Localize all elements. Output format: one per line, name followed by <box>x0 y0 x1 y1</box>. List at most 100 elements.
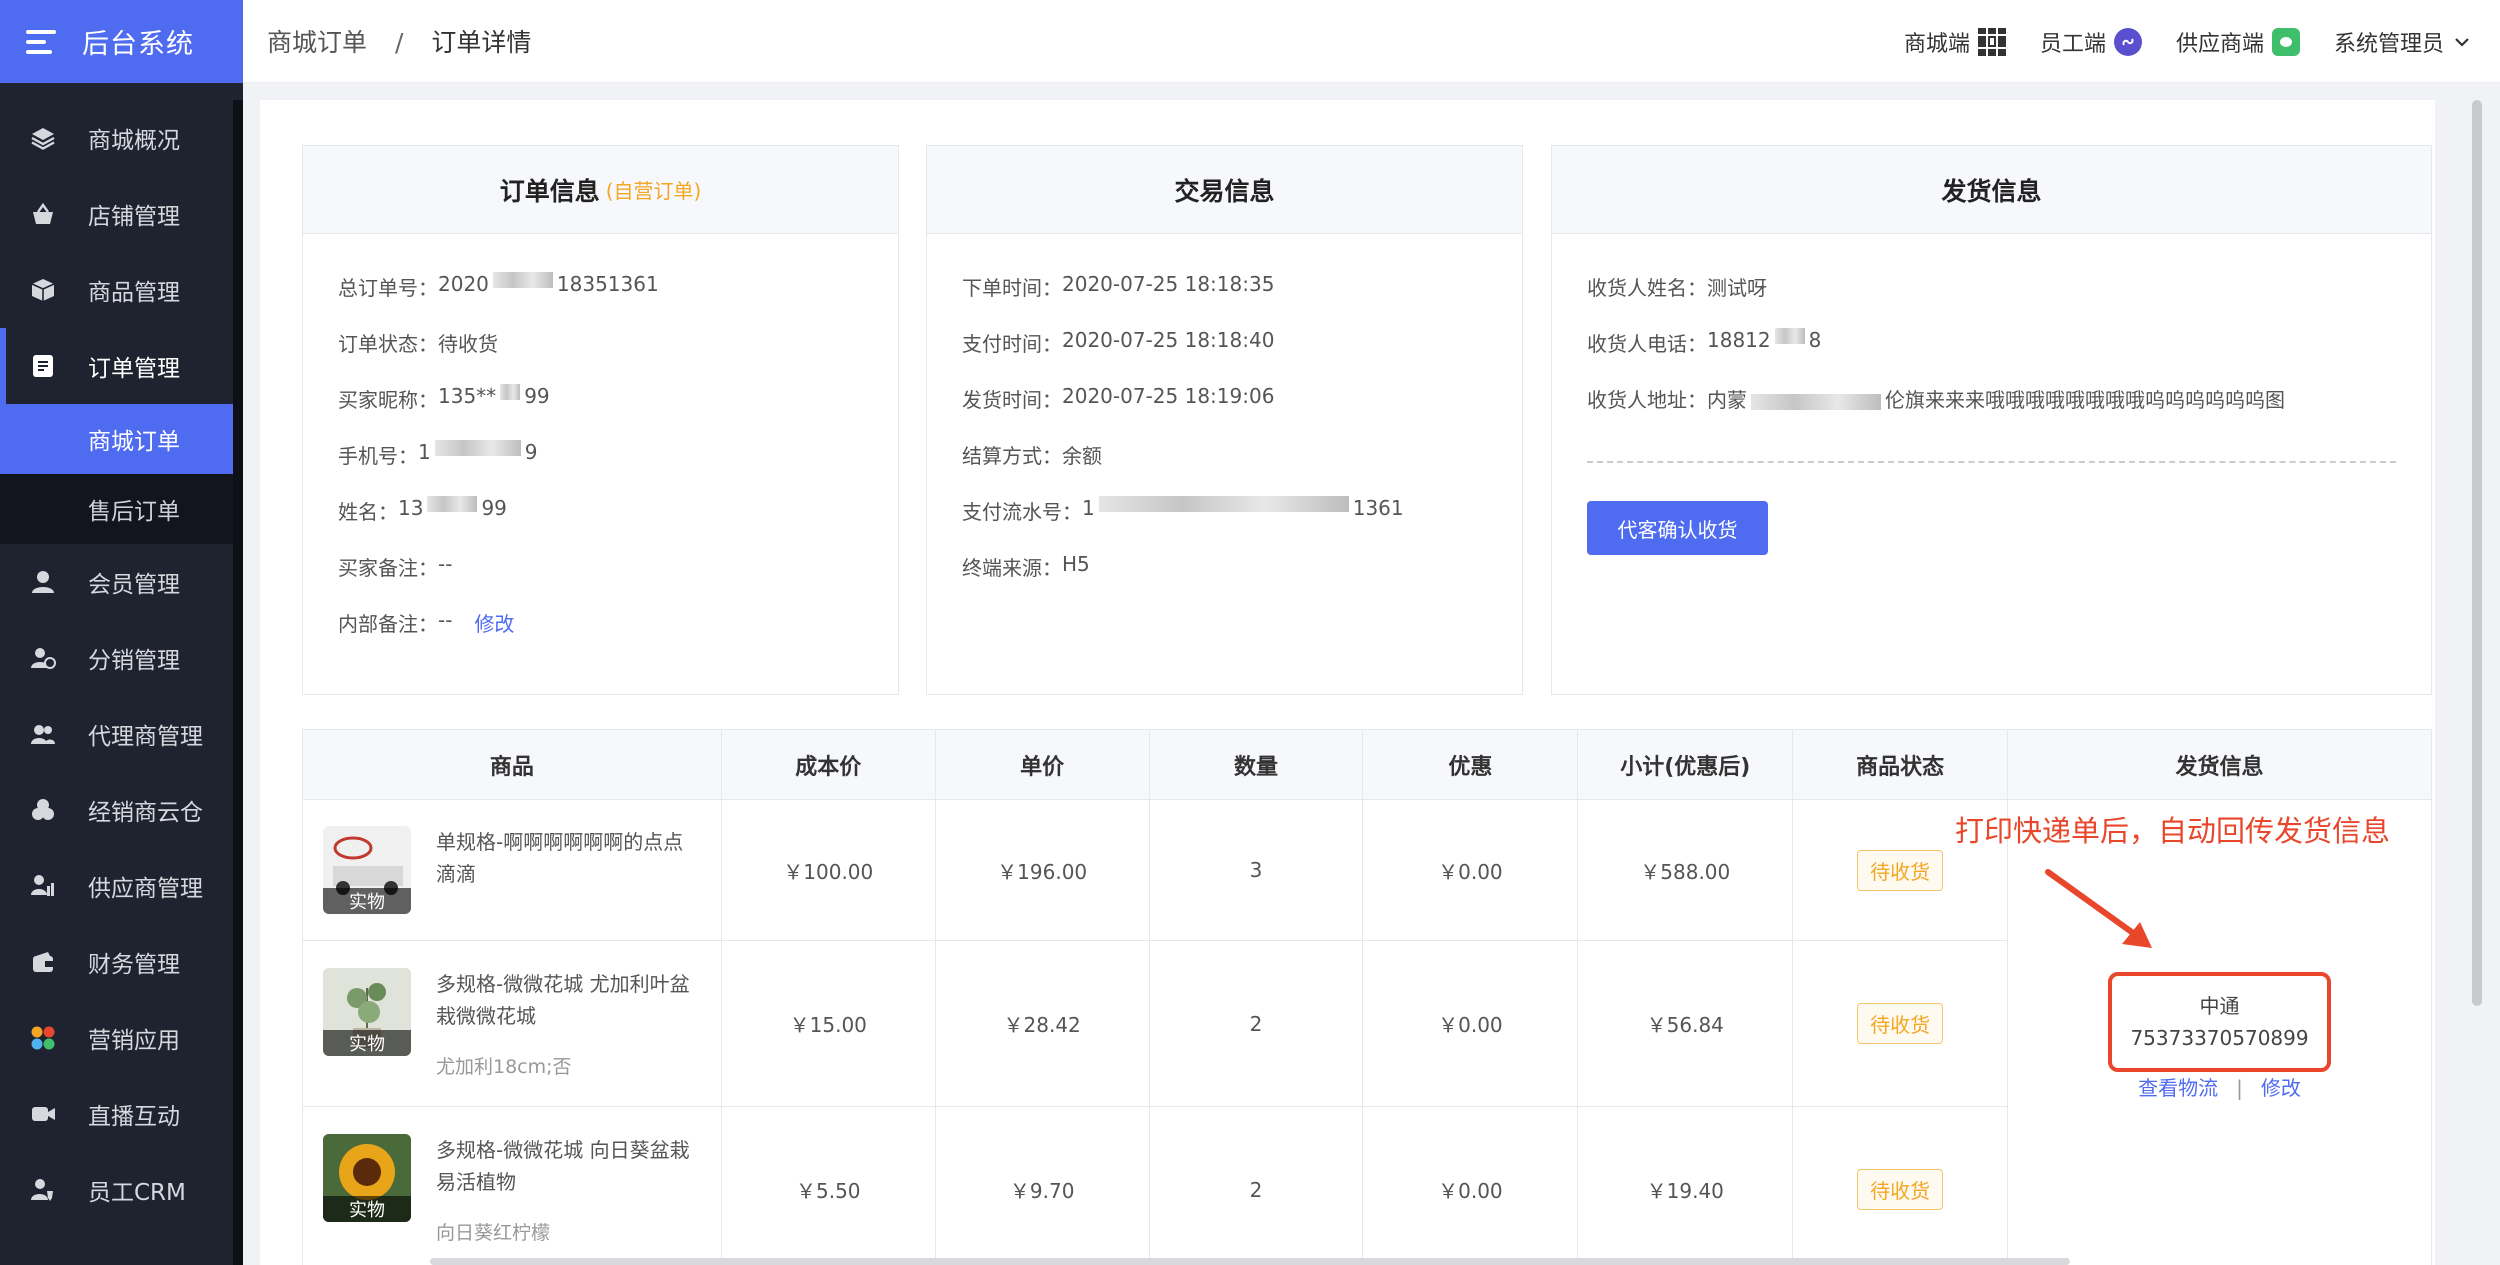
order-info-card: 订单信息 (自营订单) 总订单号： 2020 18351361 订单状态： 待收货 买… <box>302 145 899 695</box>
redacted-mask <box>1098 496 1349 512</box>
apps-icon <box>28 1023 58 1053</box>
goods-cell: 实物 多规格-微微花城 尤加利叶盆栽微微花城 尤加利18cm;否 <box>303 944 721 1103</box>
edit-shipping-link[interactable]: 修改 <box>2261 1076 2301 1100</box>
staff-icon <box>28 1175 58 1205</box>
user-icon <box>28 567 58 597</box>
logo-bar: 后台系统 <box>0 0 243 83</box>
order-icon <box>28 351 58 381</box>
sidebar-item-warehouse[interactable]: 经销商云仓 <box>0 772 233 848</box>
subtotal-cell: ￥56.84 <box>1577 940 1794 1107</box>
breadcrumb-item-order-detail: 订单详情 <box>431 28 532 57</box>
col-discount: 优惠 <box>1362 729 1579 800</box>
sidebar-item-label: 代理商管理 <box>88 724 203 750</box>
sidebar-item-finance[interactable]: 财务管理 <box>0 924 233 1000</box>
mini-program-icon <box>2113 27 2142 56</box>
redacted-mask <box>500 384 521 400</box>
price-cell: ￥28.42 <box>934 940 1150 1107</box>
content-scrollbar[interactable] <box>2472 100 2482 1006</box>
chevron-down-icon <box>2454 29 2470 54</box>
col-status: 商品状态 <box>1792 729 2009 800</box>
settlement-row: 结算方式： 余额 <box>962 444 1102 468</box>
sidebar-item-members[interactable]: 会员管理 <box>0 544 233 620</box>
confirm-receipt-button[interactable]: 代客确认收货 <box>1587 501 1768 555</box>
breadcrumb-separator: / <box>394 28 404 57</box>
sidebar-item-label: 营销应用 <box>88 1028 180 1054</box>
finance-icon <box>28 947 58 977</box>
sidebar-scrollbar[interactable] <box>233 100 243 1265</box>
mall-end-link[interactable]: 商城端 <box>1904 26 2006 58</box>
product-name[interactable]: 多规格-微微花城 尤加利叶盆栽微微花城 <box>436 968 701 1032</box>
discount-cell: ￥0.00 <box>1362 799 1579 941</box>
receiver-name-row: 收货人姓名： 测试呀 <box>1587 276 1767 300</box>
shipping-actions: 查看物流 | 修改 <box>2008 1072 2431 1101</box>
product-name[interactable]: 多规格-微微花城 向日葵盆栽易活植物 <box>436 1134 701 1198</box>
app-brand: 后台系统 <box>82 29 194 60</box>
sidebar-item-suppliers[interactable]: 供应商管理 <box>0 848 233 924</box>
qty-cell: 2 <box>1148 940 1364 1107</box>
price-cell: ￥196.00 <box>934 799 1150 941</box>
subtotal-cell: ￥588.00 <box>1577 799 1794 941</box>
product-image[interactable]: 实物 <box>323 826 411 914</box>
product-image[interactable]: 实物 <box>323 968 411 1056</box>
order-number-row: 总订单号： 2020 18351361 <box>338 272 659 300</box>
sidebar: 后台系统 商城概况 店铺管理 商品管理 订单管理 商城订单 售后订单 会员管理 <box>0 0 243 1265</box>
sidebar-item-goods[interactable]: 商品管理 <box>0 252 233 328</box>
col-price: 单价 <box>934 729 1150 800</box>
buyer-remark-row: 买家备注： -- <box>338 552 453 580</box>
sidebar-item-crm[interactable]: 员工CRM <box>0 1152 233 1228</box>
order-info-title: 订单信息 (自营订单) <box>303 146 898 234</box>
distribution-icon <box>28 643 58 673</box>
sidebar-item-label: 会员管理 <box>88 572 180 598</box>
buyer-nick-row: 买家昵称： 135** 99 <box>338 384 550 412</box>
status-badge: 待收货 <box>1857 849 1944 891</box>
sidebar-item-marketing[interactable]: 营销应用 <box>0 1000 233 1076</box>
video-icon <box>28 1099 58 1129</box>
sidebar-item-distribution[interactable]: 分销管理 <box>0 620 233 696</box>
col-qty: 数量 <box>1148 729 1364 800</box>
sidebar-item-label: 商城概况 <box>88 128 180 154</box>
order-status-row: 订单状态： 待收货 <box>338 332 498 356</box>
redacted-mask <box>434 440 521 456</box>
annotation-text: 打印快递单后，自动回传发货信息 <box>1955 814 2391 848</box>
receiver-address-row: 收货人地址：内蒙 伦旗来来来哦哦哦哦哦哦哦哦呜呜呜呜呜呜图 <box>1587 388 2285 412</box>
order-time-row: 下单时间： 2020-07-25 18:18:35 <box>962 272 1275 300</box>
admin-label: 系统管理员 <box>2333 31 2444 57</box>
carrier-name: 中通 <box>2199 993 2240 1018</box>
supplier-end-link[interactable]: 供应商端 <box>2176 26 2300 58</box>
qty-cell: 3 <box>1148 799 1364 941</box>
view-logistics-link[interactable]: 查看物流 <box>2138 1076 2218 1100</box>
sidebar-item-agents[interactable]: 代理商管理 <box>0 696 233 772</box>
product-name[interactable]: 单规格-啊啊啊啊啊啊的点点滴滴 <box>436 826 701 890</box>
wechat-icon <box>2271 27 2300 56</box>
status-badge: 待收货 <box>1857 1003 1944 1044</box>
tracking-box: 中通 75373370570899 <box>2108 971 2331 1072</box>
sidebar-item-overview[interactable]: 商城概况 <box>0 100 233 176</box>
goods-cell: 实物 单规格-啊啊啊啊啊啊的点点滴滴 <box>303 802 721 938</box>
pay-time-row: 支付时间： 2020-07-25 18:18:40 <box>962 328 1275 356</box>
product-spec: 向日葵红柠檬 <box>436 1222 551 1244</box>
edit-remark-link[interactable]: 修改 <box>474 608 514 637</box>
internal-remark-row: 内部备注： -- 修改 <box>338 608 515 637</box>
goods-cell: 实物 多规格-微微花城 向日葵盆栽易活植物 向日葵红柠檬 <box>303 1110 721 1265</box>
sidebar-subitem-mall-orders[interactable]: 商城订单 <box>0 404 233 474</box>
staff-end-link[interactable]: 员工端 <box>2040 26 2142 58</box>
status-badge: 待收货 <box>1857 1169 1944 1210</box>
breadcrumb-item-mall-orders[interactable]: 商城订单 <box>267 28 367 57</box>
qrcode-icon <box>1977 27 2006 56</box>
menu-icon[interactable] <box>26 29 56 54</box>
sidebar-item-label: 员工CRM <box>88 1180 186 1206</box>
mall-end-label: 商城端 <box>1903 31 1970 57</box>
product-image[interactable]: 实物 <box>323 1134 411 1222</box>
sidebar-item-live[interactable]: 直播互动 <box>0 1076 233 1152</box>
sidebar-item-label: 直播互动 <box>88 1104 180 1130</box>
name-row: 姓名： 13 99 <box>338 496 507 524</box>
horizontal-scrollbar[interactable] <box>430 1258 2070 1265</box>
redacted-mask <box>1774 328 1805 344</box>
link-divider: | <box>2236 1075 2243 1100</box>
status-cell: 待收货 <box>1792 940 2009 1107</box>
sidebar-subitem-after-sale[interactable]: 售后订单 <box>0 474 233 544</box>
layers-icon <box>28 123 58 153</box>
admin-menu[interactable]: 系统管理员 <box>2334 26 2470 58</box>
sidebar-item-shop[interactable]: 店铺管理 <box>0 176 233 252</box>
sidebar-item-orders[interactable]: 订单管理 <box>0 328 233 404</box>
